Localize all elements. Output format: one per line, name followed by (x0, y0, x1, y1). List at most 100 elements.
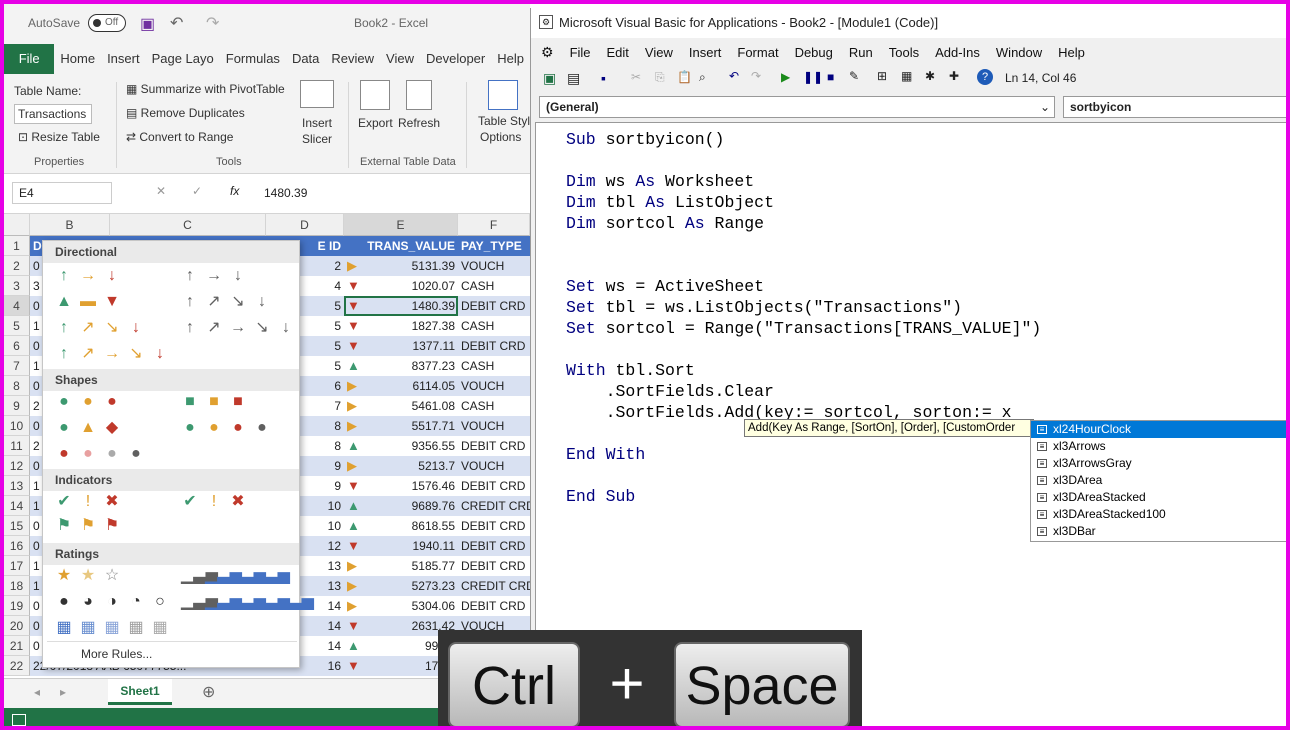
name-box[interactable]: E4 (12, 182, 112, 204)
autocomplete-item[interactable]: ≡ xl3DAreaStacked (1031, 489, 1286, 506)
black-circle-icon[interactable]: ● (253, 419, 271, 437)
signal-icon[interactable]: ▁▃▅ (181, 567, 218, 585)
cell-f[interactable]: DEBIT CRD (458, 476, 530, 496)
code-line[interactable]: Dim tbl As ListObject (566, 192, 774, 213)
gray-arrow-up-icon[interactable]: ↑ (181, 267, 199, 285)
arrow-right-icon[interactable]: → (79, 267, 97, 285)
cell-f[interactable]: CASH (458, 316, 530, 336)
tab-data[interactable]: Data (286, 44, 325, 74)
quarter-one-icon[interactable]: ◔ (127, 593, 145, 611)
signal-icon[interactable]: ▁▃▅ (253, 593, 290, 611)
cut-icon[interactable]: ✂ (631, 70, 641, 84)
x-icon[interactable]: ✖ (229, 493, 247, 511)
fx-icon[interactable]: fx (230, 184, 239, 198)
cell-f[interactable]: VOUCH (458, 256, 530, 276)
gray-arrow-down-icon[interactable]: ↓ (253, 293, 271, 311)
star-half-icon[interactable]: ★ (79, 567, 97, 585)
arrow-right-icon[interactable]: → (103, 345, 121, 363)
run-icon[interactable]: ▶ (781, 70, 790, 84)
code-line[interactable]: With tbl.Sort (566, 360, 695, 381)
gray-arrow-down-right-icon[interactable]: ↘ (253, 319, 271, 337)
dash-icon[interactable]: ▬ (79, 293, 97, 311)
menu-view[interactable]: View (637, 45, 681, 60)
autocomplete-item[interactable]: ≡ xl3ArrowsGray (1031, 455, 1286, 472)
red-flag-icon[interactable]: ⚑ (103, 517, 121, 535)
code-line[interactable]: Sub sortbyicon() (566, 129, 724, 150)
menu-help[interactable]: Help (1050, 45, 1093, 60)
row-header[interactable]: 8 (4, 376, 30, 396)
row-header[interactable]: 20 (4, 616, 30, 636)
tab-page-layout[interactable]: Page Layo (146, 44, 220, 74)
menu-edit[interactable]: Edit (599, 45, 637, 60)
yellow-light-icon[interactable]: ■ (205, 393, 223, 411)
menu-window[interactable]: Window (988, 45, 1050, 60)
arrow-up-right-icon[interactable]: ↗ (79, 319, 97, 337)
autocomplete-item[interactable]: ≡ xl3Arrows (1031, 438, 1286, 455)
next-sheet-icon[interactable]: ▸ (60, 685, 66, 699)
cell-e[interactable]: 6114.05 (344, 376, 458, 396)
refresh-button[interactable]: Refresh (398, 116, 440, 130)
gray-arrow-down-icon[interactable]: ↓ (277, 319, 295, 337)
cell-e[interactable]: 5131.39 (344, 256, 458, 276)
cell-f[interactable]: CASH (458, 276, 530, 296)
help-icon[interactable]: ? (977, 69, 993, 85)
yellow-circle-icon[interactable]: ● (79, 393, 97, 411)
row-header[interactable]: 11 (4, 436, 30, 456)
select-all[interactable] (4, 214, 30, 236)
properties-icon[interactable]: ▦ (901, 69, 912, 83)
tab-review[interactable]: Review (325, 44, 380, 74)
code-line[interactable]: Set tbl = ws.ListObjects("Transactions") (566, 297, 962, 318)
quarter-full-icon[interactable]: ● (55, 593, 73, 611)
sheet-tab-sheet1[interactable]: Sheet1 (108, 679, 172, 705)
row-header[interactable]: 10 (4, 416, 30, 436)
row-header[interactable]: 4 (4, 296, 30, 316)
paste-icon[interactable]: 📋 (677, 70, 692, 84)
yellow-flag-icon[interactable]: ⚑ (79, 517, 97, 535)
cell-e[interactable]: TRANS_VALUE (344, 236, 458, 256)
cell-f[interactable]: CREDIT CRD (458, 496, 530, 516)
menu-file[interactable]: File (562, 45, 599, 60)
undo-icon[interactable]: ↶ (170, 13, 183, 33)
row-header[interactable]: 13 (4, 476, 30, 496)
row-header[interactable]: 14 (4, 496, 30, 516)
green-circle-icon[interactable]: ● (55, 393, 73, 411)
arrow-up-icon[interactable]: ↑ (55, 345, 73, 363)
cell-e[interactable]: 5461.08 (344, 396, 458, 416)
cell-e[interactable]: 5304.06 (344, 596, 458, 616)
autocomplete-list[interactable]: ≡ xl24HourClock ≡ xl3Arrows ≡ xl3ArrowsGray ≡ x… (1030, 420, 1286, 542)
autosave-toggle[interactable]: Off (88, 14, 126, 32)
col-header-e[interactable]: E (344, 214, 458, 236)
red-circle-icon[interactable]: ● (229, 419, 247, 437)
code-line[interactable]: Set ws = ActiveSheet (566, 276, 764, 297)
green-circle-icon[interactable]: ● (55, 419, 73, 437)
cell-e[interactable]: 8377.23 (344, 356, 458, 376)
formula-input[interactable]: 1480.39 (264, 186, 307, 200)
cell-f[interactable]: DEBIT CRD (458, 296, 530, 316)
copy-icon[interactable]: ⎘ (655, 70, 665, 85)
autocomplete-item[interactable]: ≡ xl3DAreaStacked100 (1031, 506, 1286, 523)
gray-arrow-up-right-icon[interactable]: ↗ (205, 319, 223, 337)
add-sheet-icon[interactable]: ⊕ (202, 682, 215, 702)
arrow-down-right-icon[interactable]: ↘ (103, 319, 121, 337)
autocomplete-item[interactable]: ≡ xl3DBar (1031, 523, 1286, 540)
redo-icon[interactable]: ↷ (206, 13, 219, 33)
col-header-b[interactable]: B (30, 214, 110, 236)
autocomplete-item[interactable]: ≡ xl24HourClock (1031, 421, 1286, 438)
box-one-icon[interactable]: ▦ (127, 619, 145, 637)
gray-arrow-down-icon[interactable]: ↓ (229, 267, 247, 285)
check-circle-icon[interactable]: ✔ (55, 493, 73, 511)
arrow-up-icon[interactable]: ↑ (55, 267, 73, 285)
check-icon[interactable]: ✔ (181, 493, 199, 511)
undo-icon[interactable]: ↶ (729, 69, 739, 83)
row-header[interactable]: 18 (4, 576, 30, 596)
cell-e[interactable]: 8618.55 (344, 516, 458, 536)
code-line[interactable]: End Sub (566, 486, 635, 507)
break-icon[interactable]: ❚❚ (803, 70, 823, 84)
yellow-triangle-icon[interactable]: ▲ (79, 419, 97, 437)
cell-f[interactable]: VOUCH (458, 416, 530, 436)
box-half-icon[interactable]: ▦ (103, 619, 121, 637)
x-circle-icon[interactable]: ✖ (103, 493, 121, 511)
table-style-button[interactable]: Table Styl (478, 114, 530, 128)
green-flag-icon[interactable]: ⚑ (55, 517, 73, 535)
export-button[interactable]: Export (358, 116, 393, 130)
